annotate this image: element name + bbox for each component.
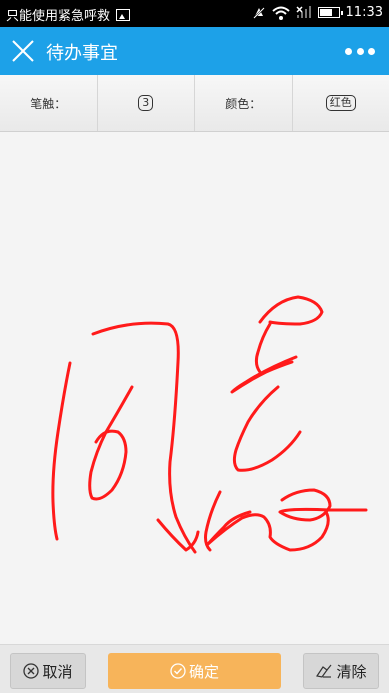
confirm-label: 确定	[189, 661, 219, 682]
more-button[interactable]	[345, 43, 375, 59]
stroke-top-loop	[260, 297, 322, 324]
eraser-icon	[315, 663, 333, 679]
clear-button[interactable]: 清除	[303, 653, 379, 689]
color-value[interactable]: 红色	[326, 95, 356, 111]
clear-label: 清除	[336, 661, 366, 682]
cancel-button[interactable]: 取消	[10, 653, 86, 689]
close-button[interactable]	[8, 36, 38, 66]
color-label: 颜色：	[225, 95, 261, 112]
cancel-icon	[23, 663, 39, 679]
stroke-body	[234, 387, 300, 470]
stroke-bottom-left	[208, 512, 328, 550]
pen-toolbar: 笔触： 3 颜色： 红色	[0, 75, 389, 132]
stroke-left-vertical	[53, 363, 70, 539]
status-time: 11:33	[346, 5, 383, 20]
pen-size-value[interactable]: 3	[138, 95, 153, 111]
more-icon	[345, 48, 352, 55]
page-title: 待办事宜	[46, 39, 118, 65]
pen-label: 笔触：	[30, 95, 66, 112]
carrier-text: 只能使用紧急呼救	[6, 5, 110, 24]
color-selector[interactable]: 红色	[293, 75, 389, 131]
stroke-mid	[232, 357, 296, 392]
wifi-icon	[272, 6, 290, 20]
color-label-cell: 颜色：	[195, 75, 293, 131]
app-header: 待办事宜	[0, 27, 389, 75]
bottom-action-bar: 取消 确定 清除	[0, 644, 389, 693]
stroke-frame	[93, 323, 195, 552]
stroke-bottom-right	[280, 490, 366, 520]
check-circle-icon	[170, 663, 186, 679]
pen-size-selector[interactable]: 3	[98, 75, 196, 131]
stroke-inner	[90, 387, 132, 499]
close-icon	[8, 36, 38, 66]
battery-icon	[318, 7, 340, 18]
cancel-label: 取消	[42, 661, 72, 682]
handwriting-strokes	[0, 132, 389, 644]
confirm-button[interactable]: 确定	[108, 653, 281, 689]
mute-icon	[252, 6, 266, 20]
stroke-top-curve	[256, 324, 270, 372]
pen-label-cell: 笔触：	[0, 75, 98, 131]
signal-icon	[296, 6, 312, 19]
image-icon	[116, 9, 130, 21]
drawing-canvas[interactable]	[0, 132, 389, 644]
status-bar: 只能使用紧急呼救 11:33	[0, 0, 389, 27]
